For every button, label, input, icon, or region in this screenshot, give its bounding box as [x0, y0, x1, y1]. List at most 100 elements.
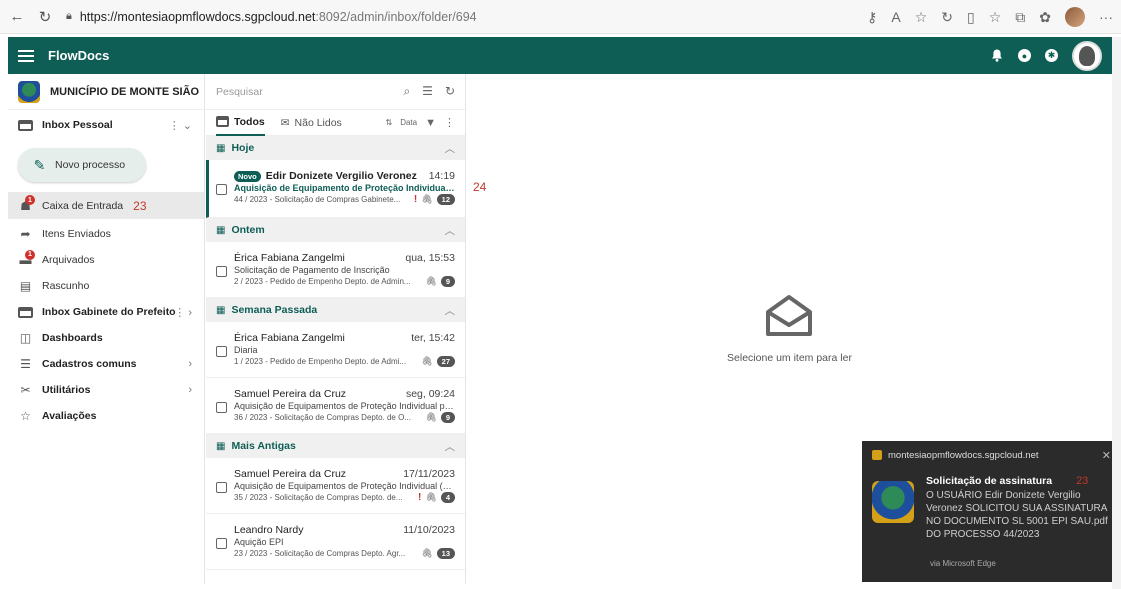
back-arrow-icon[interactable]: ←	[6, 6, 28, 28]
more-icon[interactable]: ···	[1099, 9, 1113, 25]
organization-row: MUNICÍPIO DE MONTE SIÃO	[8, 74, 204, 110]
item-checkbox[interactable]	[216, 538, 227, 549]
tab-unread[interactable]: ✉ Não Lidos	[281, 110, 342, 136]
annotation-number: 23	[1076, 475, 1089, 487]
section-title: Hoje	[231, 142, 255, 154]
item-time: 14:19	[428, 170, 455, 182]
dashboard-icon: ◫	[19, 331, 32, 345]
sidebar-item-inbox[interactable]: ☗ 1 Caixa de Entrada 23	[8, 192, 204, 219]
more-chevron-icon[interactable]: ⋮ ›	[174, 306, 192, 319]
item-meta: 2 / 2023 - Pedido de Empenho Depto. de A…	[234, 277, 411, 286]
section-header-yesterday[interactable]: ▦ Ontem ︿	[206, 218, 465, 242]
browser-profile-avatar[interactable]	[1065, 7, 1085, 27]
reload-icon[interactable]: ↻	[34, 6, 56, 28]
sort-icon[interactable]: ⇅	[386, 118, 393, 127]
extension-icon[interactable]: ✿	[1039, 9, 1051, 26]
url-host: https://montesiaopmflowdocs.sgpcloud.net	[79, 9, 316, 24]
inbox-tray-icon: ☗ 1	[18, 195, 35, 213]
attachment-icon: 🖇︎	[421, 194, 433, 204]
more-icon[interactable]: ⋮	[444, 116, 455, 129]
section-title: Ontem	[231, 224, 265, 236]
sidebar-item-cadastros[interactable]: ☰ Cadastros comuns ›	[8, 351, 204, 377]
item-meta: 23 / 2023 - Solicitação de Compras Depto…	[234, 549, 406, 558]
attachment-icon: 🖇︎	[425, 412, 437, 422]
more-chevron-icon[interactable]: ⋮ ⌄	[169, 119, 192, 132]
sidebar-item-avaliacoes[interactable]: ☆ Avaliações	[8, 403, 204, 429]
chevron-up-icon[interactable]: ︿	[445, 141, 456, 156]
calendar-icon: ▦	[216, 142, 226, 154]
collections-icon[interactable]: ⧉	[1015, 9, 1025, 26]
inbox-mayor-header[interactable]: Inbox Gabinete do Prefeito ⋮ ›	[8, 299, 204, 325]
item-sender: Samuel Pereira da Cruz	[234, 388, 347, 400]
list-item[interactable]: Érica Fabiana Zangelmi ter, 15:42 Diaria…	[206, 322, 465, 378]
sidebar-item-label: Dashboards	[42, 332, 103, 344]
filter-icon[interactable]: ▼	[425, 117, 436, 129]
search-icon[interactable]: ⌕	[403, 84, 410, 99]
sort-label[interactable]: Data	[400, 118, 417, 127]
sidebar-item-drafts[interactable]: ▤ Rascunho	[8, 273, 204, 299]
tab-all[interactable]: Todos	[216, 110, 265, 136]
section-header-older[interactable]: ▦ Mais Antigas ︿	[206, 434, 465, 458]
calendar-icon: ▦	[216, 224, 226, 236]
item-sender: Érica Fabiana Zangelmi	[234, 252, 345, 264]
refresh-extension-icon[interactable]: ↻	[941, 9, 953, 26]
list-item[interactable]: Leandro Nardy 11/10/2023 Aquição EPI 23 …	[206, 514, 465, 570]
item-sender: Edir Donizete Vergilio Veronez	[265, 170, 417, 182]
section-header-today[interactable]: ▦ Hoje ︿	[206, 136, 465, 160]
new-process-button[interactable]: ✎ Novo processo	[18, 148, 146, 182]
star-rating-icon: ☆	[20, 409, 31, 423]
chevron-up-icon[interactable]: ︿	[445, 223, 456, 238]
sidebar-item-archived[interactable]: ▬ 1 Arquivados	[8, 247, 204, 273]
user-avatar[interactable]	[1072, 40, 1102, 71]
accessibility-icon[interactable]: ✱	[1045, 49, 1058, 62]
message-list-pane: ⌕ ☰ ↻ Todos ✉ Não Lidos ⇅ Data ▼ ⋮ ▦ Hoj…	[206, 74, 466, 584]
item-subject: Aquição EPI	[234, 537, 284, 547]
item-checkbox[interactable]	[216, 402, 227, 413]
item-time: 11/10/2023	[403, 524, 455, 536]
calendar-icon: ▦	[216, 304, 226, 316]
organization-name: MUNICÍPIO DE MONTE SIÃO	[50, 85, 200, 98]
item-subject: Diaria	[234, 345, 258, 355]
scrollbar[interactable]	[1112, 37, 1121, 589]
menu-icon[interactable]	[18, 49, 34, 62]
sidebar-item-label: Cadastros comuns	[42, 358, 137, 370]
item-checkbox[interactable]	[216, 346, 227, 357]
filter-settings-icon[interactable]: ☰	[422, 84, 433, 99]
inbox-personal-header[interactable]: Inbox Pessoal ⋮ ⌄	[8, 112, 204, 138]
refresh-icon[interactable]: ↻	[445, 84, 455, 99]
search-input[interactable]	[216, 85, 376, 98]
inbox-icon	[18, 119, 33, 132]
favorites-icon[interactable]: ☆	[989, 9, 1002, 26]
sidebar-item-utilitarios[interactable]: ✂ Utilitários ›	[8, 377, 204, 403]
section-title: Semana Passada	[231, 304, 318, 316]
list-item[interactable]: Érica Fabiana Zangelmi qua, 15:53 Solici…	[206, 242, 465, 298]
sidebar: MUNICÍPIO DE MONTE SIÃO Inbox Pessoal ⋮ …	[8, 74, 205, 584]
address-bar[interactable]: 🔒︎ https://montesiaopmflowdocs.sgpcloud.…	[66, 5, 477, 29]
sidebar-item-sent[interactable]: ➦ Itens Enviados	[8, 221, 204, 247]
list-item[interactable]: Samuel Pereira da Cruz seg, 09:24 Aquisi…	[206, 378, 465, 434]
filter-tabs: Todos ✉ Não Lidos ⇅ Data ▼ ⋮	[206, 110, 465, 136]
key-icon[interactable]: ⚷	[867, 9, 877, 26]
bell-icon[interactable]	[990, 49, 1004, 63]
chevron-up-icon[interactable]: ︿	[445, 303, 456, 318]
split-screen-icon[interactable]: ▯	[967, 9, 975, 26]
list-item[interactable]: Samuel Pereira da Cruz 17/11/2023 Aquisi…	[206, 458, 465, 514]
new-process-label: Novo processo	[55, 159, 126, 171]
item-count: 9	[440, 412, 455, 423]
item-checkbox[interactable]	[216, 184, 227, 195]
list-item[interactable]: Novo Edir Donizete Vergilio Veronez 14:1…	[206, 160, 465, 218]
user-icon[interactable]: ●	[1018, 49, 1031, 62]
sidebar-item-dashboards[interactable]: ◫ Dashboards	[8, 325, 204, 351]
item-count: 12	[436, 194, 455, 205]
notification-toast[interactable]: montesiaopmflowdocs.sgpcloud.net ✕ Solic…	[862, 441, 1121, 582]
star-icon[interactable]: ☆	[915, 9, 928, 26]
item-checkbox[interactable]	[216, 482, 227, 493]
item-checkbox[interactable]	[216, 266, 227, 277]
chevron-up-icon[interactable]: ︿	[445, 439, 456, 454]
item-time: ter, 15:42	[411, 332, 455, 344]
close-icon[interactable]: ✕	[1102, 449, 1111, 462]
section-header-last-week[interactable]: ▦ Semana Passada ︿	[206, 298, 465, 322]
read-aloud-icon[interactable]: A	[891, 9, 900, 25]
calendar-icon: ▦	[216, 440, 226, 452]
unread-badge: 1	[25, 195, 35, 205]
